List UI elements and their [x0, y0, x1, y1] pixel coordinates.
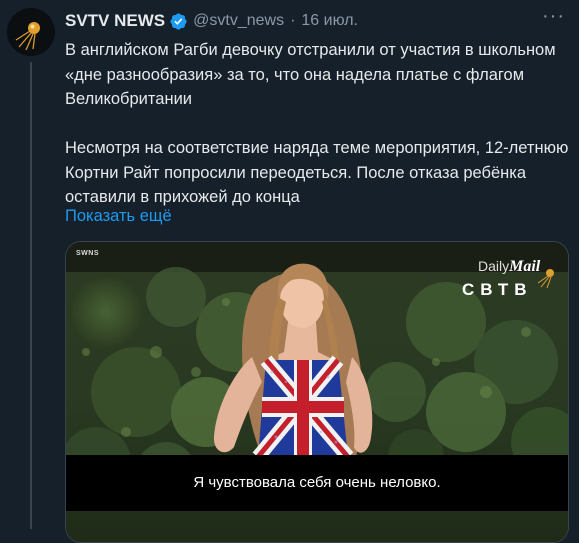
channel-logo: СВТВ [462, 280, 533, 299]
dailymail-logo: DailyMail [478, 258, 540, 276]
thread-line [30, 62, 32, 529]
video-subtitle: Я чувствовала себя очень неловко. [193, 474, 441, 491]
tweet-paragraph: В английском Рагби девочку отстранили от… [65, 41, 556, 108]
author-handle[interactable]: @svtv_news [193, 12, 284, 30]
author-name[interactable]: SVTV NEWS [65, 11, 165, 31]
tweet-paragraph: Несмотря на соответствие наряда теме мер… [65, 139, 569, 206]
show-more-link[interactable]: Показать ещё [65, 204, 172, 228]
sputnik-logo-icon [7, 8, 55, 56]
dailymail-daily: Daily [478, 258, 510, 274]
more-options-icon[interactable]: ··· [542, 6, 565, 26]
verified-badge-icon[interactable] [169, 12, 188, 31]
tweet-text: В английском Рагби девочку отстранили от… [65, 38, 570, 210]
swns-watermark: SWNS [76, 250, 99, 257]
video-media[interactable]: SWNS DailyMail СВТВ Я чувствовала себя о… [65, 241, 569, 543]
tweet-header: SVTV NEWS @svtv_news · 16 июл. [65, 10, 569, 32]
separator-dot: · [290, 12, 296, 29]
avatar[interactable] [7, 8, 55, 56]
tweet-date[interactable]: 16 июл. [301, 12, 358, 30]
sputnik-small-icon [537, 269, 554, 289]
